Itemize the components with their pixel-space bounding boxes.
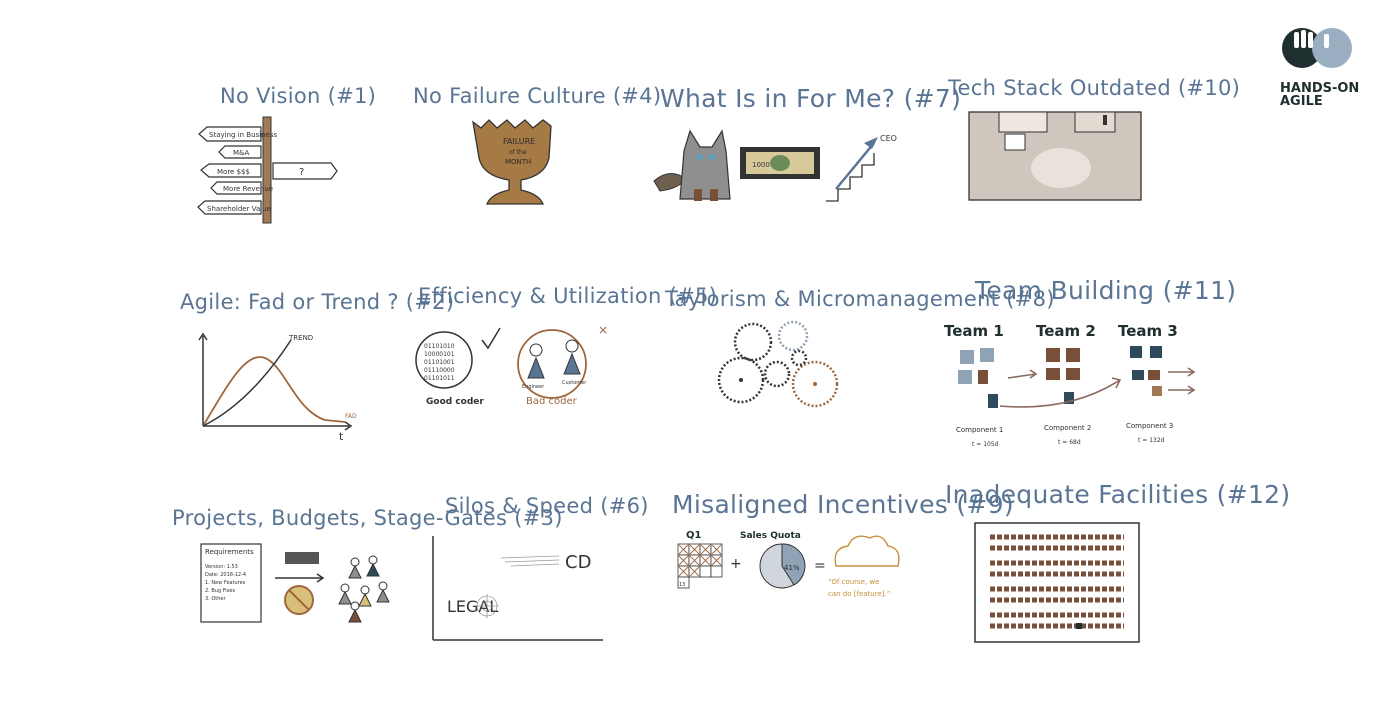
trend-curve: [202, 339, 292, 427]
team-3-label: Team 3: [1118, 322, 1178, 340]
doc-line-4: 1. New Features: [205, 580, 246, 586]
sign-label-question: ?: [299, 167, 304, 178]
logo-hands-icon: [1282, 28, 1352, 68]
cat-money-career-illustration: 1000 CEO: [653, 129, 897, 202]
career-stairs-icon: CEO: [826, 134, 897, 202]
cat-icon: [653, 129, 731, 201]
engineer-label: Engineer: [522, 384, 545, 390]
binary-line-1: 01101010: [424, 343, 455, 350]
panel-title-no-vision: No Vision (#1): [220, 84, 377, 108]
quote-line-2: can do [feature].”: [828, 590, 890, 598]
doc-line-2: Version: 1.53: [205, 564, 238, 570]
team-3-members: [1130, 346, 1162, 396]
equals-sign: =: [814, 558, 826, 574]
bad-coder-label: Bad coder: [526, 396, 578, 407]
panel-title-silos-speed: Silos & Speed (#6): [445, 494, 649, 518]
sign-label-5: Shareholder Value: [207, 205, 271, 213]
silos-speed-chart: CD LEGAL: [432, 536, 603, 641]
doc-line-1: Requirements: [205, 548, 254, 556]
trophy-text-2: of the: [509, 149, 527, 156]
money-bill-icon: 1000: [740, 147, 820, 179]
floppy-disk-illustration: [968, 111, 1142, 201]
calendar-day-13: 13: [679, 582, 685, 588]
quote-line-1: “Of course, we: [828, 578, 879, 586]
pie-percent-label: 41%: [784, 564, 800, 572]
plus-sign: +: [730, 556, 742, 572]
panel-title-team-building: Team Building (#11): [975, 276, 1237, 305]
binary-line-2: 10000101: [424, 351, 455, 358]
sign-label-3: More $$$: [217, 168, 250, 176]
fad-curve: [202, 356, 346, 427]
sales-quota-label: Sales Quota: [740, 531, 801, 541]
cloud-icon: [834, 535, 900, 567]
team-1-members: [958, 348, 998, 408]
bill-value: 1000: [752, 161, 770, 169]
fad-label: FAD: [345, 413, 357, 420]
customer-label: Customer: [562, 380, 587, 386]
doc-line-5: 2. Bug Fixes: [205, 588, 236, 594]
logo-line-2: AGILE: [1280, 94, 1323, 109]
fad-trend-chart: TREND FAD t: [198, 332, 357, 442]
team-2-label: Team 2: [1036, 322, 1096, 340]
sign-label-1: Staying in Business: [209, 131, 277, 139]
trend-label: TREND: [288, 334, 313, 342]
cd-label: CD: [565, 552, 591, 573]
binary-line-5: 01101011: [424, 375, 455, 382]
panel-title-what-is-in-for-me: What Is in For Me? (#7): [660, 84, 962, 113]
doc-line-6: 3. Other: [205, 596, 227, 602]
coder-comparison-illustration: 01101010 10000101 01101001 01110000 0110…: [415, 323, 608, 407]
component-2-label: Component 2: [1044, 424, 1091, 432]
checkmark-icon: [481, 327, 501, 350]
legal-label: LEGAL: [447, 597, 498, 616]
axis-t-label: t: [339, 430, 344, 442]
trophy-illustration: FAILURE of the MONTH: [472, 119, 552, 205]
component-3-time: t = 132d: [1138, 437, 1165, 444]
logo-text: HANDS-ON AGILE: [1280, 82, 1360, 108]
trophy-text-1: FAILURE: [503, 137, 535, 146]
binary-line-3: 01101001: [424, 359, 455, 366]
doc-line-3: Date: 2018-12-4: [205, 572, 246, 578]
incentives-illustration: Q1 13 + Sales Quota 41% = “Of course, we…: [677, 530, 900, 598]
binary-line-4: 01110000: [424, 367, 455, 374]
good-coder-label: Good coder: [426, 397, 484, 407]
component-1-label: Component 1: [956, 426, 1003, 434]
trophy-text-3: MONTH: [505, 158, 531, 166]
ceo-label: CEO: [880, 134, 897, 143]
cross-icon: ×: [598, 323, 608, 337]
panel-title-fad-or-trend: Agile: Fad or Trend ? (#2): [180, 290, 455, 314]
q1-label: Q1: [686, 530, 702, 541]
sign-label-2: M&A: [233, 149, 249, 157]
panel-title-inadequate-facilities: Inadequate Facilities (#12): [945, 480, 1291, 509]
sign-label-4: More Revenue: [223, 185, 273, 193]
team-building-illustration: Team 1 Team 2 Team 3 Component 1 Compone…: [944, 322, 1196, 448]
gears-illustration: [717, 320, 839, 408]
team-people-icon: [338, 555, 390, 623]
panel-title-no-failure-culture: No Failure Culture (#4): [413, 84, 662, 108]
open-office-illustration: [974, 522, 1140, 643]
panel-title-tech-stack-outdated: Tech Stack Outdated (#10): [948, 76, 1241, 100]
component-3-label: Component 3: [1126, 422, 1173, 430]
component-2-time: t = 68d: [1058, 439, 1081, 446]
projects-illustration: Requirements Version: 1.53 Date: 2018-12…: [200, 543, 390, 623]
signpost-illustration: Staying in Business M&A More $$$ More Re…: [197, 116, 338, 224]
component-1-time: t = 105d: [972, 441, 999, 448]
team-1-label: Team 1: [944, 322, 1004, 340]
team-2-members: [1046, 348, 1080, 404]
hands-on-agile-logo: HANDS-ON AGILE: [1280, 26, 1360, 108]
